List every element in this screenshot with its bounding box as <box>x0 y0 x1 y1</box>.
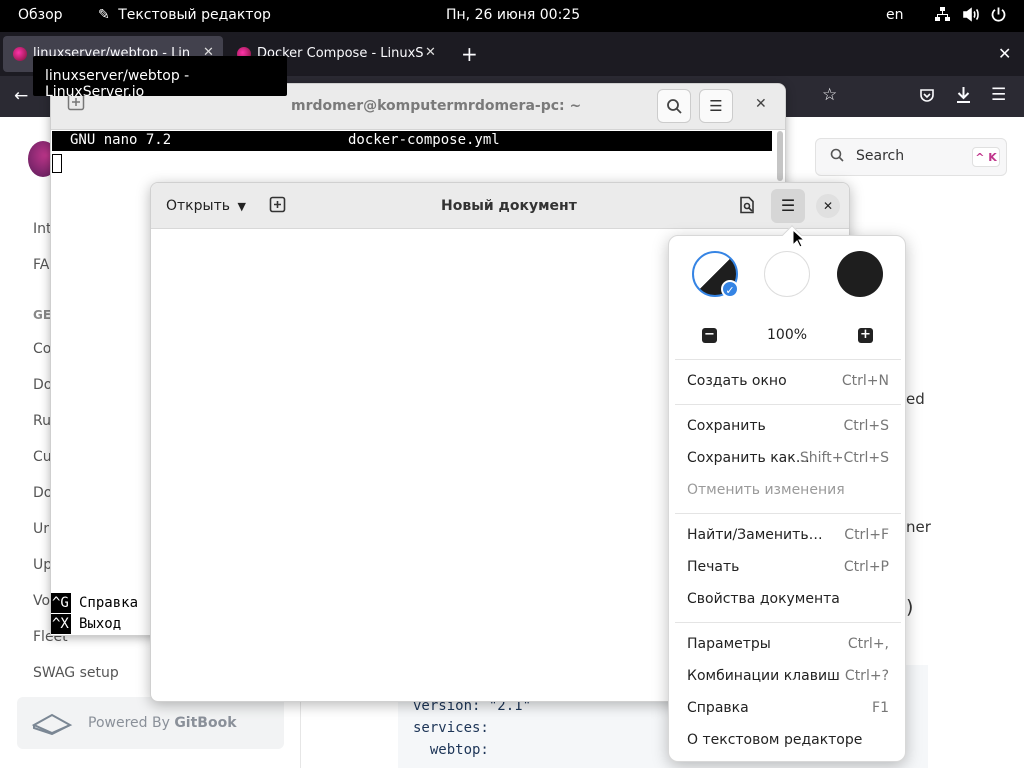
app-name: Текстовый редактор <box>118 7 271 23</box>
zoom-out-icon[interactable]: − <box>702 328 717 343</box>
clock[interactable]: Пн, 26 июня 00:25 <box>446 7 580 23</box>
close-icon[interactable]: ✕ <box>755 96 767 112</box>
menu-item-print[interactable]: Печать Ctrl+P <box>687 555 889 581</box>
menu-item-about[interactable]: О текстовом редакторе <box>687 728 889 754</box>
downloads-icon[interactable] <box>955 86 972 109</box>
terminal-scrollbar[interactable] <box>777 131 783 181</box>
chevron-down-icon: ▼ <box>237 200 246 213</box>
terminal-title: mrdomer@komputermrdomera-pc: ~ <box>291 98 582 114</box>
style-light-swatch[interactable] <box>764 251 810 297</box>
nano-title-bar: GNU nano 7.2 docker-compose.yml <box>52 131 772 151</box>
page-text-fragment: ner <box>906 518 931 536</box>
editor-main-menu: ✓ − 100% + Создать окно Ctrl+N Сохранить C… <box>668 235 906 762</box>
sidebar-link[interactable]: Ur <box>33 521 49 537</box>
tab-tooltip: linuxserver/webtop - LinuxServer.io <box>33 56 287 100</box>
style-dark-swatch[interactable] <box>837 251 883 297</box>
pocket-icon[interactable] <box>919 87 935 108</box>
hamburger-menu-icon[interactable]: ☰ <box>991 85 1006 105</box>
sidebar-link-swag-setup[interactable]: SWAG setup <box>33 665 119 681</box>
nano-help-label: Справка <box>79 595 139 611</box>
menu-separator <box>675 513 901 514</box>
back-arrow-icon[interactable]: ← <box>14 86 28 106</box>
nano-exit-label: Выход <box>79 616 122 632</box>
page-text-fragment: ed <box>906 390 925 408</box>
nano-exit-key: ^X <box>51 614 71 634</box>
document-title: Новый документ <box>441 198 577 214</box>
menu-separator <box>675 404 901 405</box>
menu-item-save[interactable]: Сохранить Ctrl+S <box>687 414 889 440</box>
menu-separator <box>675 359 901 360</box>
powered-by-text: Powered By GitBook <box>88 715 237 731</box>
menu-separator <box>675 622 901 623</box>
code-line: webtop: <box>413 742 489 758</box>
sidebar-link[interactable]: Co <box>33 341 51 357</box>
open-button-label: Открыть <box>166 198 230 214</box>
gnome-top-bar: Обзор ✎ Текстовый редактор Пн, 26 июня 0… <box>0 0 1024 32</box>
sidebar-section-header: GE <box>33 308 52 322</box>
hamburger-menu-icon[interactable]: ☰ <box>699 89 733 123</box>
menu-item-preferences[interactable]: Параметры Ctrl+, <box>687 632 889 658</box>
zoom-level[interactable]: 100% <box>767 327 807 343</box>
page-text-fragment: ) <box>906 596 914 618</box>
close-icon[interactable]: ✕ <box>816 194 840 218</box>
volume-icon[interactable] <box>962 6 980 27</box>
power-icon[interactable] <box>990 6 1007 27</box>
activities-button[interactable]: Обзор <box>18 7 63 23</box>
checkmark-icon: ✓ <box>721 280 739 298</box>
search-shortcut-badge: ^ K <box>972 147 1000 167</box>
nano-help-key: ^G <box>51 593 71 613</box>
edit-icon: ✎ <box>98 7 110 23</box>
sidebar-link[interactable]: Int <box>33 221 52 237</box>
menu-item-document-properties[interactable]: Свойства документа <box>687 587 889 613</box>
close-tab-icon[interactable]: ✕ <box>425 45 436 60</box>
mouse-pointer-icon <box>792 228 806 252</box>
close-window-icon[interactable]: ✕ <box>998 44 1011 63</box>
powered-by-gitbook[interactable]: Powered By GitBook <box>17 697 284 749</box>
new-tab-icon[interactable]: + <box>461 42 478 66</box>
code-line: services: <box>413 720 489 736</box>
nano-filename: docker-compose.yml <box>348 132 500 148</box>
sidebar-link[interactable]: Cu <box>33 449 52 465</box>
nano-version: GNU nano 7.2 <box>70 132 172 148</box>
hamburger-menu-icon[interactable]: ☰ <box>771 189 805 223</box>
favicon-icon <box>13 47 27 61</box>
bookmark-star-icon[interactable]: ☆ <box>822 85 837 105</box>
sidebar-link[interactable]: Vo <box>33 593 50 609</box>
text-cursor <box>52 154 62 173</box>
sidebar-link[interactable]: Ru <box>33 413 51 429</box>
search-label: Search <box>856 148 905 164</box>
menu-item-discard-changes: Отменить изменения <box>687 482 845 498</box>
menu-item-new-window[interactable]: Создать окно Ctrl+N <box>687 369 889 395</box>
save-document-icon[interactable] <box>738 196 756 218</box>
gitbook-logo-icon <box>31 711 73 739</box>
zoom-in-icon[interactable]: + <box>858 328 873 343</box>
open-button[interactable]: Открыть ▼ <box>159 189 251 223</box>
keyboard-layout-indicator[interactable]: en <box>886 7 904 23</box>
new-document-icon[interactable] <box>269 196 287 218</box>
menu-item-help[interactable]: Справка F1 <box>687 696 889 722</box>
menu-item-find-replace[interactable]: Найти/Заменить… Ctrl+F <box>687 523 889 549</box>
menu-item-keyboard-shortcuts[interactable]: Комбинации клавиш Ctrl+? <box>687 664 889 690</box>
sidebar-link[interactable]: FA <box>33 257 49 273</box>
site-search-box[interactable]: Search ^ K <box>815 138 1007 176</box>
menu-item-save-as[interactable]: Сохранить как… Shift+Ctrl+S <box>687 446 889 472</box>
network-icon[interactable] <box>934 6 951 27</box>
search-icon <box>830 148 844 166</box>
search-icon[interactable] <box>657 89 691 123</box>
app-menu-button[interactable]: ✎ Текстовый редактор <box>98 7 271 23</box>
style-system-swatch[interactable]: ✓ <box>692 251 739 298</box>
editor-header-bar[interactable]: Открыть ▼ Новый документ ☰ ✕ <box>151 183 849 229</box>
